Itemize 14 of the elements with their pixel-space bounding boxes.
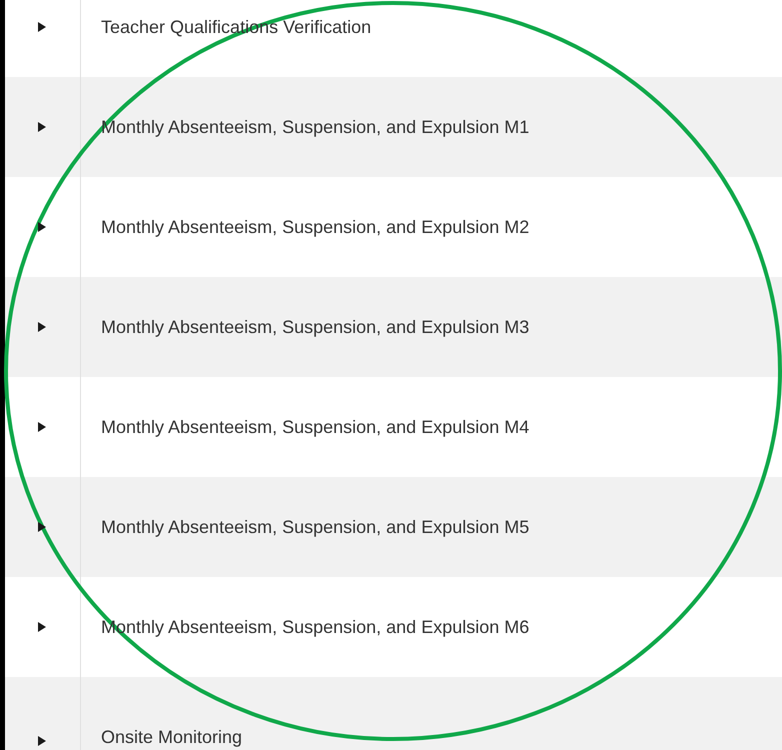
expand-arrow-icon[interactable] — [37, 122, 47, 132]
row-label: Monthly Absenteeism, Suspension, and Expulsion M3 — [101, 317, 530, 337]
expand-arrow-icon[interactable] — [37, 22, 47, 32]
expand-arrow-icon[interactable] — [37, 736, 47, 746]
expand-arrow-icon[interactable] — [37, 622, 47, 632]
expand-arrow-icon[interactable] — [37, 222, 47, 232]
expand-arrow-icon[interactable] — [37, 322, 47, 332]
expand-arrow-icon[interactable] — [37, 522, 47, 532]
row-label: Monthly Absenteeism, Suspension, and Expulsion M2 — [101, 217, 530, 237]
expand-arrow-icon[interactable] — [37, 422, 47, 432]
row-label: Monthly Absenteeism, Suspension, and Expulsion M5 — [101, 517, 530, 537]
row-label: Monthly Absenteeism, Suspension, and Expulsion M1 — [101, 117, 530, 137]
row-label: Onsite Monitoring — [101, 727, 242, 747]
row-label: Monthly Absenteeism, Suspension, and Expulsion M4 — [101, 417, 530, 437]
